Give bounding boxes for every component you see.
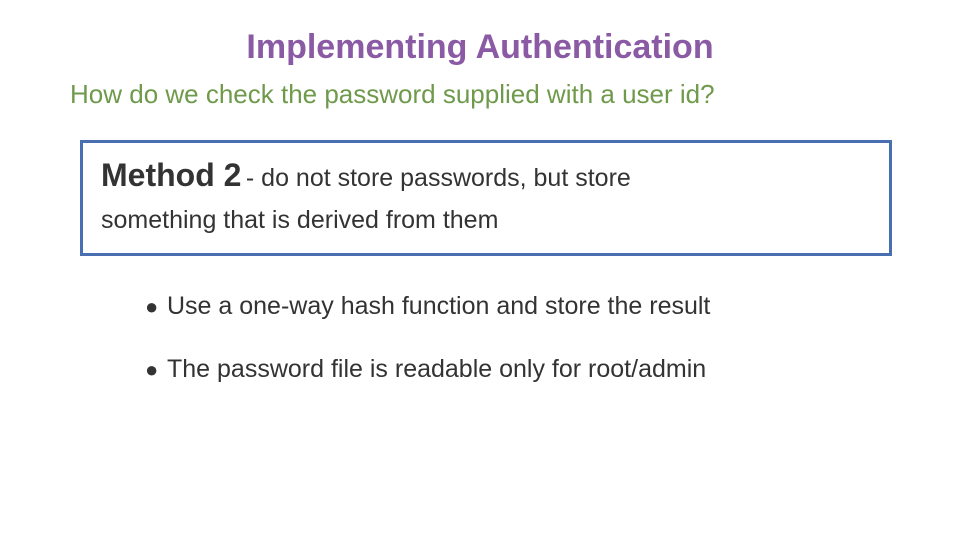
bullet-icon: ● — [145, 357, 158, 383]
method-box: Method 2 - do not store passwords, but s… — [80, 140, 892, 256]
bullet-text: The password file is readable only for r… — [167, 355, 706, 383]
bullet-text: Use a one-way hash function and store th… — [167, 292, 710, 320]
method-label: Method 2 — [101, 157, 241, 193]
method-desc-line2: something that is derived from them — [101, 194, 871, 235]
bullet-item: ● Use a one-way hash function and store … — [145, 292, 900, 321]
slide-subtitle: How do we check the password supplied wi… — [0, 67, 960, 110]
bullet-list: ● Use a one-way hash function and store … — [145, 292, 900, 384]
bullet-icon: ● — [145, 294, 158, 320]
bullet-item: ● The password file is readable only for… — [145, 355, 900, 384]
method-desc-line1: - do not store passwords, but store — [246, 164, 631, 192]
slide: Implementing Authentication How do we ch… — [0, 0, 960, 540]
method-line1: Method 2 - do not store passwords, but s… — [101, 157, 871, 194]
slide-title: Implementing Authentication — [0, 0, 960, 67]
